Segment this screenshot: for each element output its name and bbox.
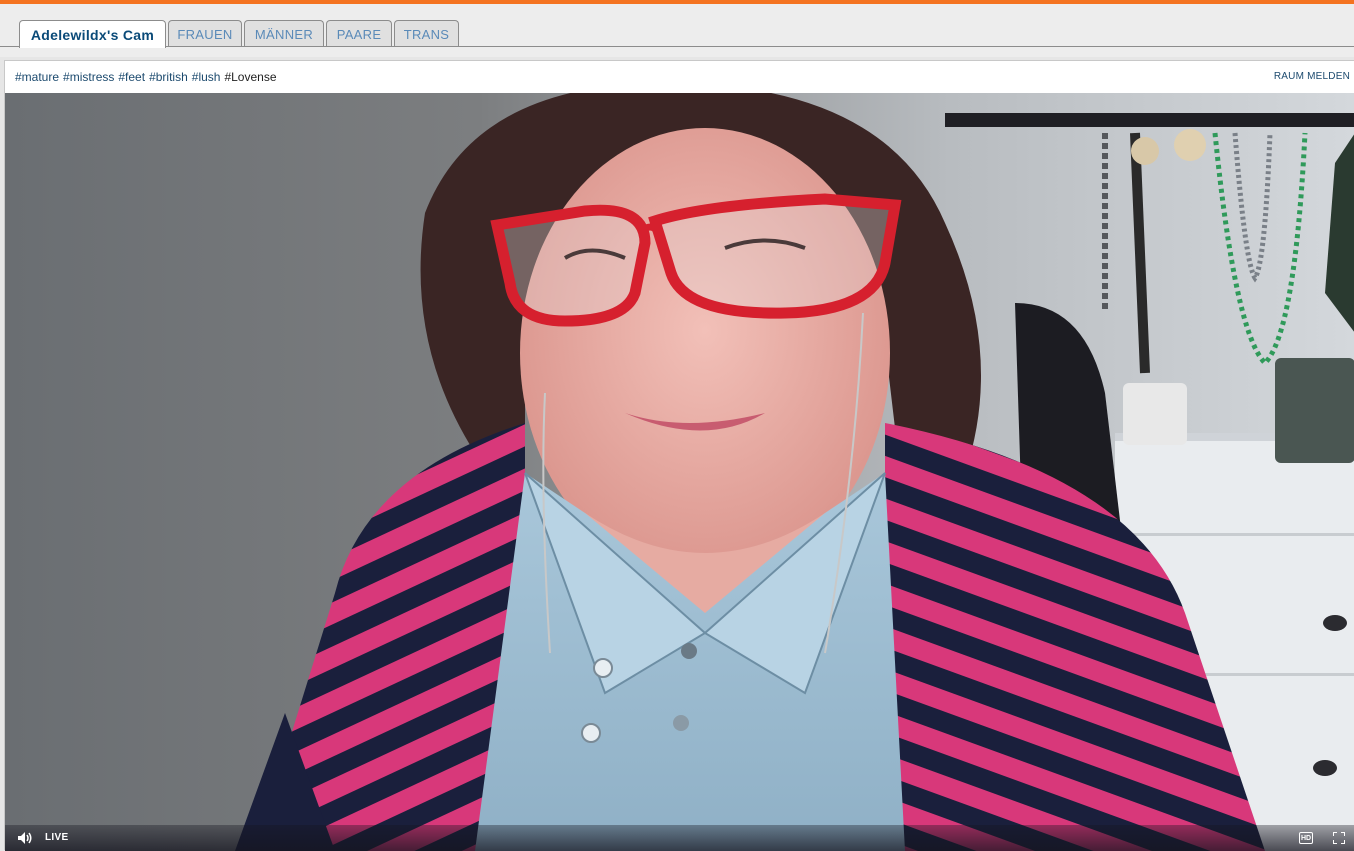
video-stream[interactable]: LIVE HD (5, 93, 1354, 851)
tag-link[interactable]: #mistress (63, 70, 114, 84)
fullscreen-icon[interactable] (1333, 832, 1345, 844)
room-panel: #mature #mistress #feet #british #lush #Loven… (4, 60, 1354, 851)
volume-icon[interactable] (17, 831, 33, 845)
live-indicator: LIVE (45, 832, 69, 843)
room-tags: #mature #mistress #feet #british #lush #Loven… (15, 70, 281, 84)
player-controls: LIVE HD (5, 825, 1354, 851)
tag-link[interactable]: #Lovense (224, 70, 276, 84)
tab-paare[interactable]: PAARE (326, 20, 392, 47)
tab-current-cam[interactable]: Adelewildx's Cam (19, 20, 166, 48)
tab-maenner[interactable]: MÄNNER (244, 20, 324, 47)
hd-icon[interactable]: HD (1299, 832, 1313, 844)
tag-link[interactable]: #feet (118, 70, 145, 84)
tag-link[interactable]: #mature (15, 70, 59, 84)
video-frame (5, 93, 1354, 851)
tab-frauen[interactable]: FRAUEN (168, 20, 242, 47)
tag-bar: #mature #mistress #feet #british #lush #Loven… (5, 61, 1354, 93)
tag-link[interactable]: #british (149, 70, 188, 84)
tab-divider (0, 46, 1354, 47)
tab-trans[interactable]: TRANS (394, 20, 459, 47)
report-room-link[interactable]: RAUM MELDEN (1274, 71, 1350, 82)
tag-link[interactable]: #lush (192, 70, 221, 84)
tab-strip: Adelewildx's Cam FRAUEN MÄNNER PAARE TRA… (0, 4, 1354, 57)
